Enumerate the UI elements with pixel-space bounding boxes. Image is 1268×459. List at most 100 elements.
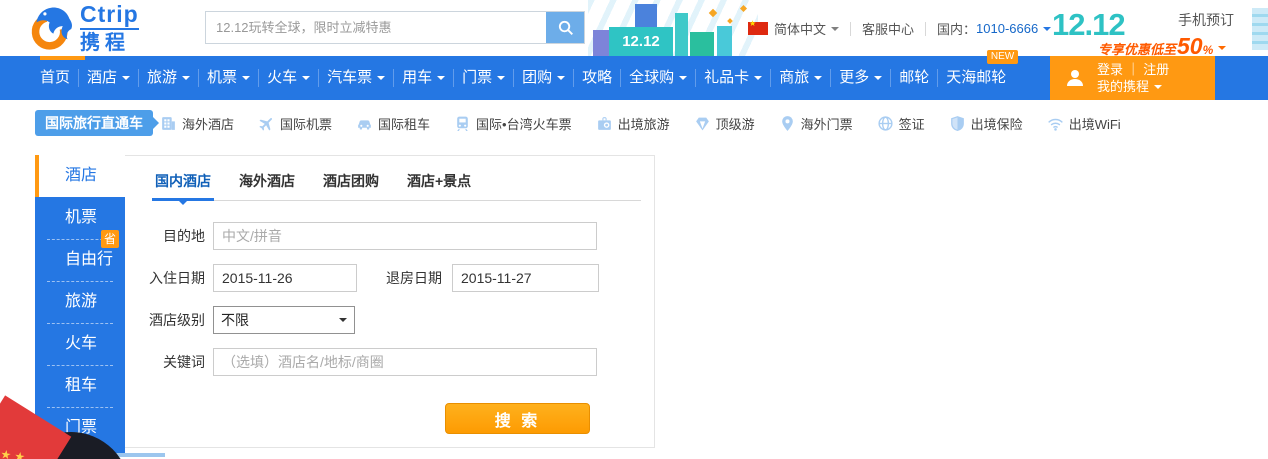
header-utility-bar: 简体中文 客服中心 国内： 1010-6666 (748, 19, 1051, 38)
nav-item-travel[interactable]: 旅游 (138, 69, 198, 87)
nav-item-attraction-tickets[interactable]: 门票 (453, 69, 513, 87)
hotel-search-form: 国内酒店海外酒店酒店团购酒店+景点 目的地 入住日期 退房日期 酒店级别 不限 (125, 155, 655, 448)
logo-brand-en: Ctrip (80, 3, 139, 30)
phone-number[interactable]: 1010-6666 (976, 21, 1038, 36)
sidebar-item-label: 火车 (65, 335, 97, 352)
header-search-input[interactable] (206, 12, 546, 43)
nav-item-label: 全球购 (629, 69, 674, 87)
destination-input[interactable] (213, 222, 597, 250)
customer-service-link[interactable]: 客服中心 (862, 19, 914, 38)
sidebar-item-train[interactable]: 火车 (35, 323, 125, 365)
skyline-1212-sign: 12.12 (609, 27, 673, 56)
nav-item-label: 攻略 (582, 69, 612, 87)
subnav-item-label: 海外酒店 (182, 114, 234, 133)
nav-item-home[interactable]: 首页 (32, 69, 78, 87)
subnav-item-intl-flights[interactable]: 国际机票 (258, 114, 332, 133)
nav-item-trains[interactable]: 火车 (258, 69, 318, 87)
chevron-down-icon (122, 76, 130, 84)
nav-item-guides[interactable]: 攻略 (573, 69, 620, 87)
subnav-item-label: 国际•台湾火车票 (476, 114, 572, 133)
skyline-building (675, 13, 688, 56)
discount-percent: % (1203, 43, 1214, 57)
sidebar-item-label: 酒店 (65, 167, 97, 184)
promo-1212[interactable]: 12.12 手机预订 专享优惠低至 50 % (1052, 2, 1257, 56)
subnav-item-overseas-tickets[interactable]: 海外门票 (779, 114, 853, 133)
sidebar-item-label: 旅游 (65, 293, 97, 310)
subnav-item-outbound-travel[interactable]: 出境旅游 (596, 114, 670, 133)
destination-label: 目的地 (125, 226, 205, 246)
chevron-down-icon (679, 76, 687, 84)
nav-item-bus-tickets[interactable]: 汽车票 (318, 69, 393, 87)
hotel-star-label: 酒店级别 (125, 310, 205, 330)
nav-item-car-service[interactable]: 用车 (393, 69, 453, 87)
subnav-item-label: 出境WiFi (1069, 114, 1121, 133)
city-skyline-graphic: 12.12 (588, 0, 758, 56)
keyword-row: 关键词 (125, 348, 655, 376)
subnav-item-overseas-hotels[interactable]: 海外酒店 (160, 114, 234, 133)
chevron-down-icon (814, 76, 822, 84)
nav-item-hotels[interactable]: 酒店 (78, 69, 138, 87)
hotel-search-submit-button[interactable]: 搜 索 (445, 403, 590, 434)
nav-item-label: 天海邮轮 (946, 69, 1006, 87)
keyword-input[interactable] (213, 348, 597, 376)
plane-icon (258, 115, 275, 132)
ctrip-logo[interactable]: Ctrip 携程 (28, 3, 139, 53)
nav-item-label: 酒店 (87, 69, 117, 87)
intl-travel-express-badge[interactable]: 国际旅行直通车 (35, 110, 153, 136)
subnav-item-travel-insurance[interactable]: 出境保险 (949, 114, 1023, 133)
subnav-item-label: 国际租车 (378, 114, 430, 133)
hotel-star-row: 酒店级别 不限 (125, 306, 655, 334)
subnav-item-label: 海外门票 (801, 114, 853, 133)
skyline-building (717, 26, 732, 56)
checkout-label: 退房日期 (357, 268, 442, 288)
sidebar-item-tours[interactable]: 旅游 (35, 281, 125, 323)
chevron-down-icon (377, 76, 385, 84)
header-search-button[interactable] (546, 12, 584, 43)
subnav-item-intl-taiwan-train[interactable]: 国际•台湾火车票 (454, 114, 572, 133)
subnav-item-outbound-wifi[interactable]: 出境WiFi (1047, 114, 1121, 133)
nav-item-flights[interactable]: 机票 (198, 69, 258, 87)
subnav-item-intl-car-rental[interactable]: 国际租车 (356, 114, 430, 133)
nav-item-gift-cards[interactable]: 礼品卡 (695, 69, 770, 87)
save-badge: 省 (101, 230, 119, 248)
sidebar-item-car-rental[interactable]: 租车 (35, 365, 125, 407)
chevron-down-icon (1043, 27, 1051, 35)
login-box[interactable]: 登录 ｜ 注册 我的携程 (1050, 56, 1215, 100)
register-link[interactable]: 注册 (1143, 62, 1169, 77)
nav-item-global-shopping[interactable]: 全球购 (620, 69, 695, 87)
tab-hotel-plus-attraction[interactable]: 酒店+景点 (407, 171, 471, 191)
tab-hotel-group-buy[interactable]: 酒店团购 (323, 171, 379, 191)
user-icon (1063, 66, 1087, 90)
nav-item-label: 汽车票 (327, 69, 372, 87)
checkin-date-input[interactable] (213, 264, 357, 292)
nav-item-label: 商旅 (779, 69, 809, 87)
subnav-item-label: 顶级游 (716, 114, 755, 133)
nav-item-more[interactable]: 更多 (830, 69, 890, 87)
hotel-star-select[interactable]: 不限 (213, 306, 355, 334)
language-selector[interactable]: 简体中文 (774, 19, 826, 38)
wifi-icon (1047, 115, 1064, 132)
tab-overseas-hotel[interactable]: 海外酒店 (239, 171, 295, 191)
tab-domestic-hotel[interactable]: 国内酒店 (155, 171, 211, 191)
login-text: 登录 ｜ 注册 我的携程 (1097, 61, 1169, 95)
top-header: Ctrip 携程 12.12 简体中 (0, 0, 1268, 56)
my-ctrip-link[interactable]: 我的携程 (1097, 78, 1149, 95)
checkout-date-input[interactable] (452, 264, 599, 292)
subnav-item-label: 出境旅游 (618, 114, 670, 133)
china-flag-icon (748, 22, 768, 35)
chevron-down-icon (874, 76, 882, 84)
login-separator: ｜ (1127, 62, 1140, 77)
nav-item-business-travel[interactable]: 商旅 (770, 69, 830, 87)
login-link[interactable]: 登录 (1097, 62, 1123, 77)
subnav-item-visa[interactable]: 签证 (877, 114, 925, 133)
nav-item-label: 邮轮 (899, 69, 929, 87)
nav-item-cruises[interactable]: 邮轮 (890, 69, 937, 87)
sidebar-item-hotel[interactable]: 酒店 (35, 155, 125, 197)
sidebar-item-diy-travel[interactable]: 自由行省 (35, 239, 125, 281)
subnav-item-premium-tours[interactable]: 顶级游 (694, 114, 755, 133)
nav-item-group-buy[interactable]: 团购 (513, 69, 573, 87)
nav-item-skysea-cruise[interactable]: 天海邮轮NEW (937, 69, 1014, 87)
chevron-down-icon (437, 76, 445, 84)
diamond-icon (694, 115, 711, 132)
chevron-down-icon (754, 76, 762, 84)
